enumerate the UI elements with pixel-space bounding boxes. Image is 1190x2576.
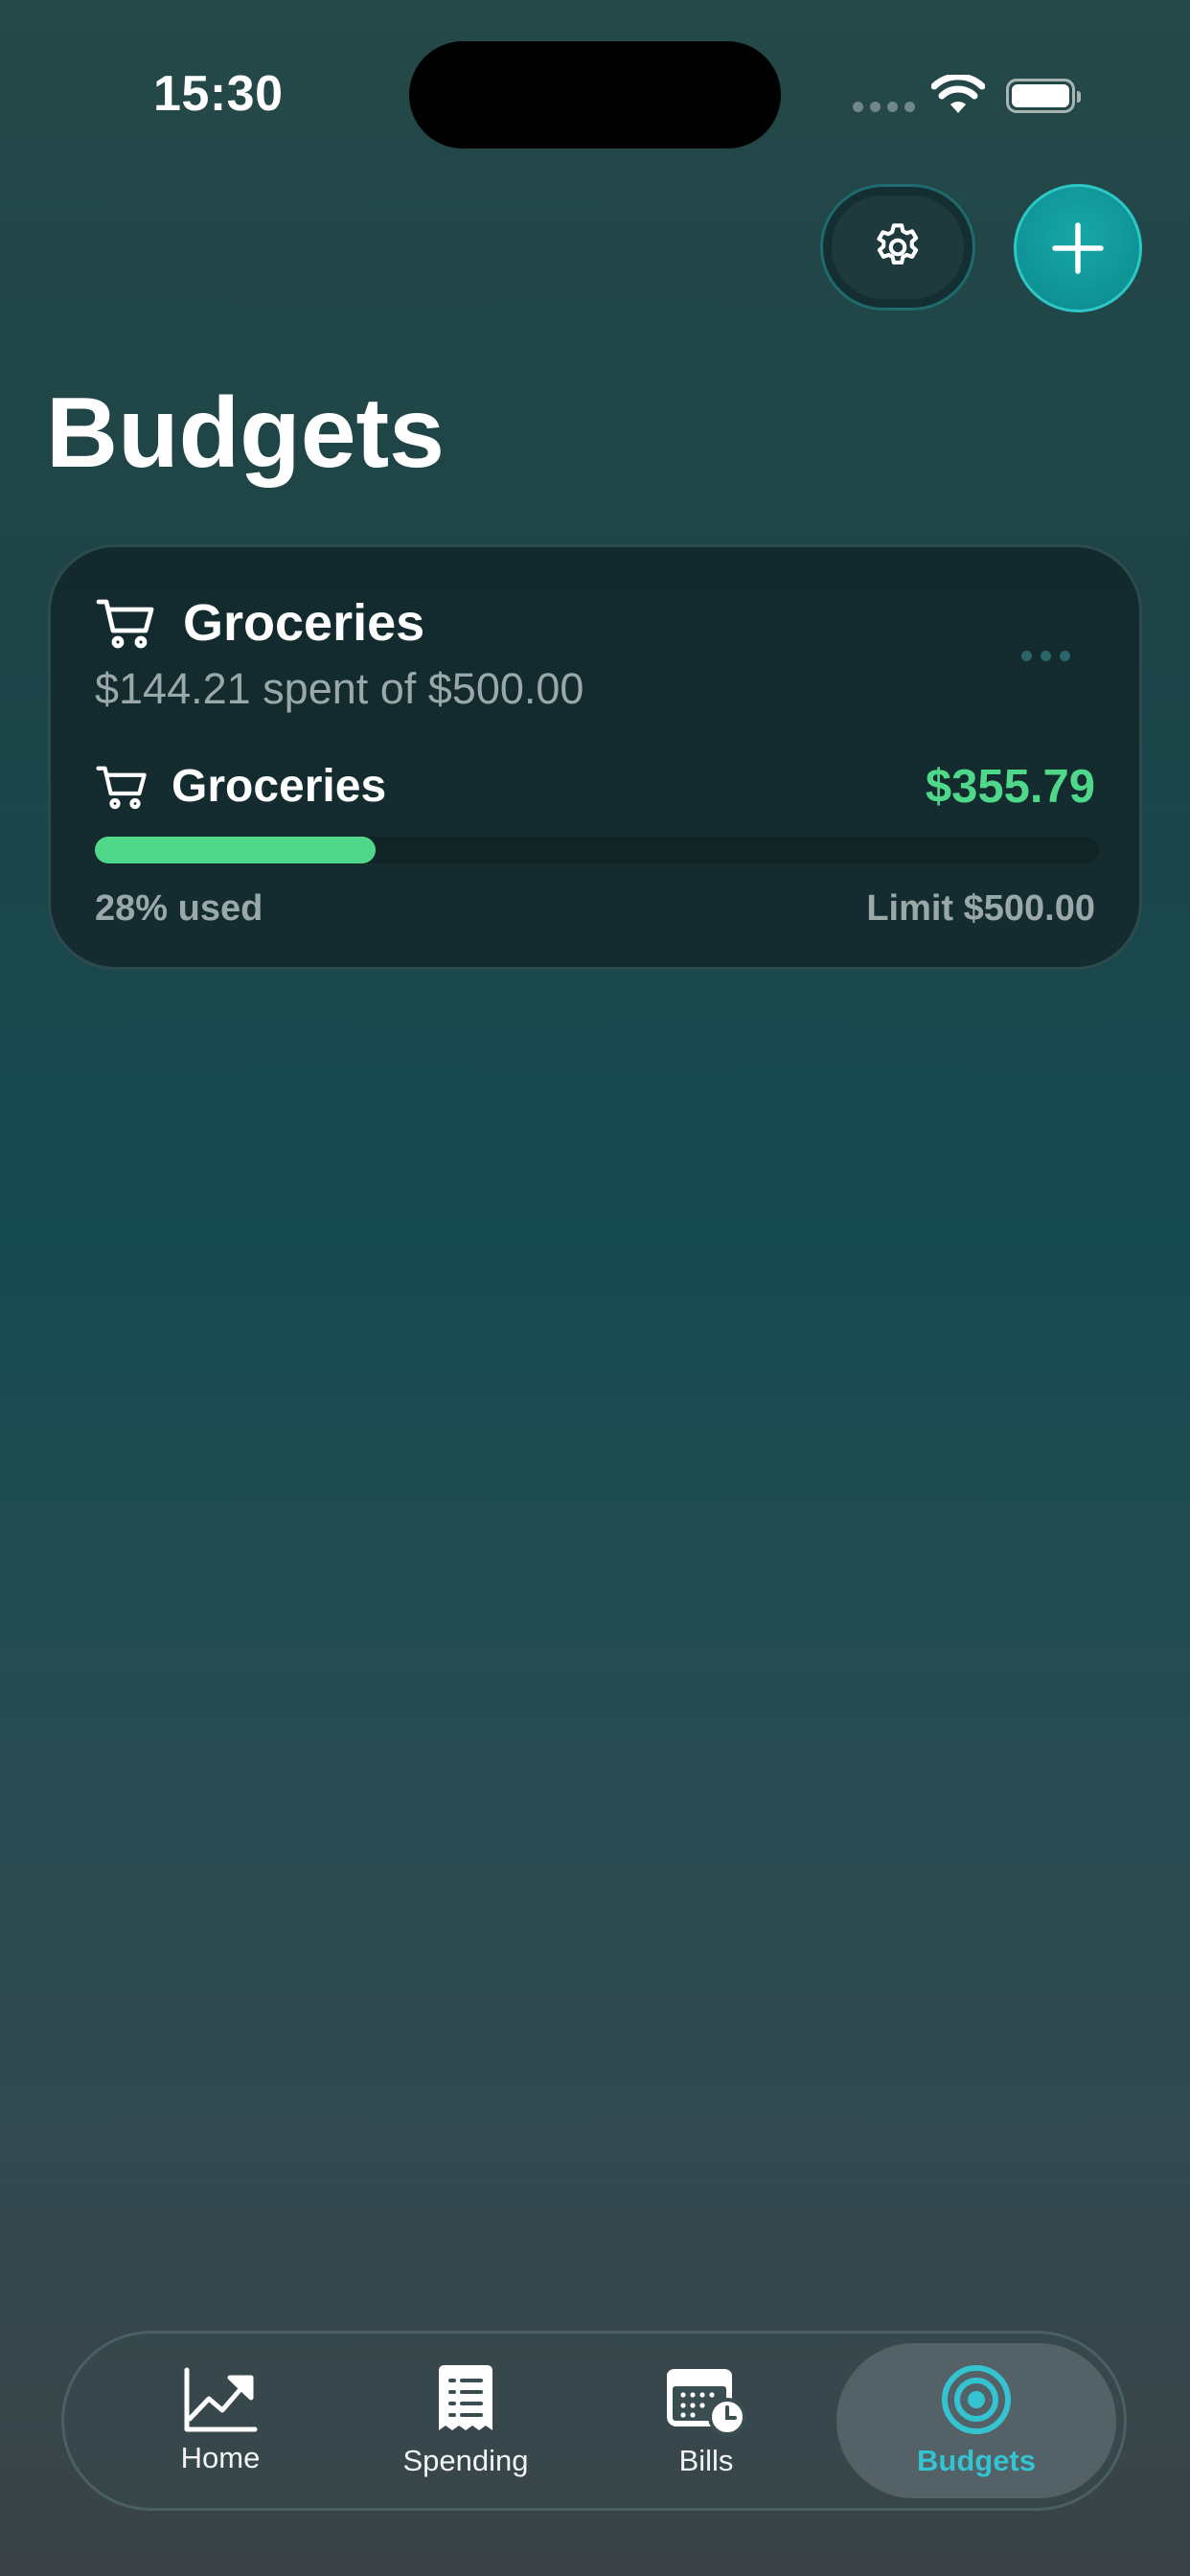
add-budget-button[interactable] — [1014, 184, 1142, 312]
calendar-clock-icon — [667, 2369, 746, 2436]
budget-card-header: Groceries — [95, 593, 424, 653]
more-options-button[interactable] — [1014, 643, 1078, 669]
tab-label: Budgets — [917, 2444, 1036, 2477]
tab-label: Home — [180, 2441, 261, 2474]
category-name: Groceries — [172, 761, 387, 812]
budget-spent-summary: $144.21 spent of $500.00 — [95, 664, 584, 713]
cellular-signal-icon — [853, 102, 915, 112]
tab-label: Spending — [402, 2444, 529, 2477]
target-icon — [942, 2365, 1011, 2434]
remaining-amount: $355.79 — [925, 761, 1095, 813]
page-title: Budgets — [46, 378, 445, 489]
budget-title: Groceries — [183, 594, 425, 652]
wifi-icon — [931, 75, 985, 113]
battery-icon — [1006, 79, 1081, 113]
budget-card[interactable]: Groceries $144.21 spent of $500.00 Groce… — [48, 544, 1142, 970]
cart-icon — [96, 766, 147, 809]
tab-budgets[interactable]: Budgets — [836, 2343, 1116, 2498]
percent-used: 28% used — [95, 888, 263, 929]
tab-home[interactable]: Home — [141, 2343, 300, 2498]
cart-icon — [96, 599, 154, 649]
tab-bills[interactable]: Bills — [639, 2343, 773, 2498]
progress-bar — [95, 837, 377, 863]
plus-icon — [1052, 222, 1104, 274]
chart-line-icon — [184, 2367, 258, 2432]
tab-bar: Home Spending Bills Budgets — [61, 2331, 1127, 2511]
settings-button[interactable] — [820, 184, 975, 310]
budget-limit: Limit $500.00 — [866, 888, 1095, 929]
tab-label: Bills — [678, 2444, 734, 2477]
gear-icon — [877, 223, 919, 265]
dynamic-island — [409, 41, 781, 149]
progress-track — [95, 837, 1099, 863]
status-time: 15:30 — [153, 66, 284, 122]
budget-category-row: Groceries — [95, 760, 386, 813]
receipt-icon — [439, 2365, 492, 2430]
tab-spending[interactable]: Spending — [386, 2343, 545, 2498]
